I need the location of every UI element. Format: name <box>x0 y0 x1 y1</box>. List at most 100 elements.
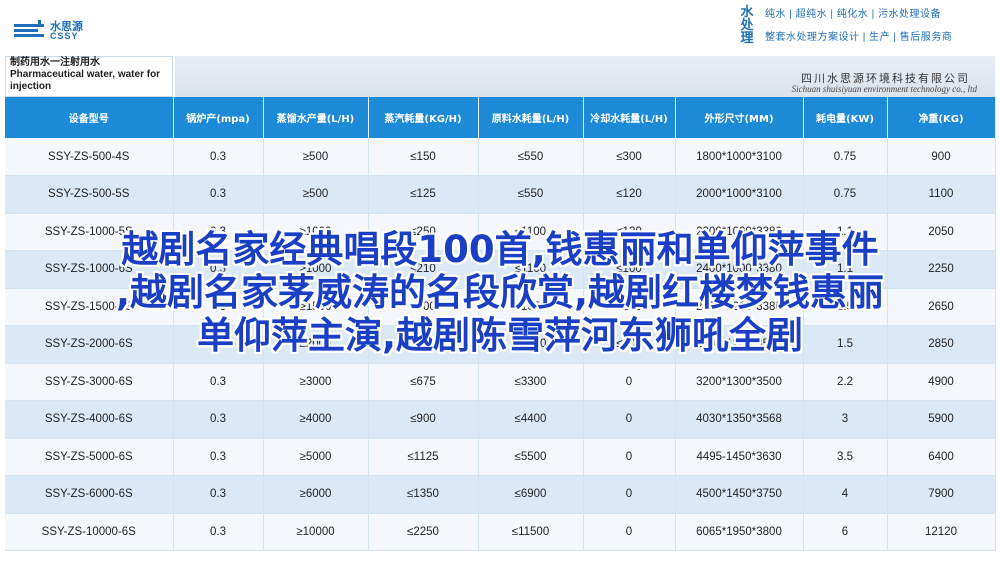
table-cell: ≤150 <box>368 138 479 176</box>
table-cell: 1.1 <box>803 250 888 289</box>
table-cell: SSY-ZS-10000-6S <box>5 513 174 551</box>
table-row: SSY-ZS-1000-6S 0.3 ≥1000 ≤210 ≤1100 ≤100 2400*… <box>5 250 996 289</box>
table-row: SSY-ZS-4000-6S 0.3 ≥4000 ≤900 ≤4400 0 4030*135… <box>5 400 996 439</box>
table-cell: 4030*1350*3568 <box>675 400 804 439</box>
table-cell: ≤150 <box>583 288 676 326</box>
table-cell: 1.5 <box>803 325 888 364</box>
table-cell: 0 <box>583 438 676 476</box>
table-cell: SSY-ZS-4000-6S <box>5 400 174 439</box>
table-cell: ≤300 <box>368 288 479 326</box>
table-cell: 0.3 <box>173 513 264 551</box>
table-cell: ≤3300 <box>478 363 584 401</box>
table-cell: ≤550 <box>478 138 584 176</box>
table-cell: 1100 <box>887 175 996 214</box>
table-row: SSY-ZS-500-4S 0.3 ≥500 ≤150 ≤550 ≤300 1800*100… <box>5 138 996 176</box>
table-row: SSY-ZS-500-5S 0.3 ≥500 ≤125 ≤550 ≤120 2000*100… <box>5 175 996 214</box>
table-cell: ≤675 <box>368 363 479 401</box>
table-cell: 0.3 <box>173 138 264 176</box>
product-title-en-1: Pharmaceutical water, water for <box>10 69 161 80</box>
table-cell: ≥6000 <box>263 475 369 514</box>
table-cell: 6400 <box>887 438 996 476</box>
table-cell: ≥1500 <box>263 288 369 326</box>
table-cell: 5900 <box>887 400 996 439</box>
table-cell: 0.3 <box>173 213 264 251</box>
table-cell: ≤400 <box>368 325 479 364</box>
table-cell: 4 <box>803 475 888 514</box>
table-cell: 0.3 <box>173 475 264 514</box>
table-cell: ≥500 <box>263 138 369 176</box>
table-cell: 0.3 <box>173 400 264 439</box>
table-cell: ≥1000 <box>263 250 369 289</box>
table-row: SSY-ZS-2000-6S 0.3 ≥2000 ≤400 ≤2200 ≤200 2600*… <box>5 325 996 364</box>
spec-table: 设备型号 锅炉产(mpa) 蒸馏水产量(L/H) 蒸汽耗量(KG/H) 原料水耗量(L/… <box>5 97 996 551</box>
table-cell: ≤210 <box>368 250 479 289</box>
company-logo[interactable]: 水思源 CSSY <box>12 14 102 46</box>
table-cell: 0 <box>583 400 676 439</box>
table-header-row: 设备型号 锅炉产(mpa) 蒸馏水产量(L/H) 蒸汽耗量(KG/H) 原料水耗量(L/… <box>5 97 996 138</box>
table-row: SSY-ZS-1500-6S 0.3 ≥1500 ≤300 ≤1650 ≤150 2400*… <box>5 288 996 326</box>
product-title: 制药用水一注射用水 Pharmaceutical water, water fo… <box>5 56 173 97</box>
column-header: 净重(KG) <box>887 97 996 138</box>
table-cell: SSY-ZS-500-4S <box>5 138 174 176</box>
services-tag-char: 处 <box>740 16 754 32</box>
table-cell: ≤120 <box>583 213 676 251</box>
column-header: 冷却水耗量(L/H) <box>583 97 676 138</box>
column-header: 外形尺寸(MM) <box>675 97 804 138</box>
table-cell: ≥3000 <box>263 363 369 401</box>
table-cell: 0.3 <box>173 325 264 364</box>
brand-name-en: CSSY <box>50 31 79 41</box>
table-cell: SSY-ZS-1000-5S <box>5 213 174 251</box>
table-cell: 2650 <box>887 288 996 326</box>
table-cell: ≥10000 <box>263 513 369 551</box>
table-cell: ≤11500 <box>478 513 584 551</box>
table-cell: ≥500 <box>263 175 369 214</box>
table-cell: 0 <box>583 475 676 514</box>
table-cell: ≤300 <box>583 138 676 176</box>
table-cell: ≤900 <box>368 400 479 439</box>
table-row: SSY-ZS-1000-5S 0.3 ≥1000 ≤250 ≤1100 ≤120 2200*… <box>5 213 996 251</box>
table-cell: 0.75 <box>803 175 888 214</box>
company-name-en: Sichuan shuisiyuan environment technolog… <box>791 84 977 94</box>
product-banner: 制药用水一注射用水 Pharmaceutical water, water fo… <box>0 56 1000 97</box>
table-cell: 4500*1450*3750 <box>675 475 804 514</box>
water-drop-logo-icon <box>14 20 44 37</box>
table-cell: 1.5 <box>803 288 888 326</box>
table-row: SSY-ZS-10000-6S 0.3 ≥10000 ≤2250 ≤11500 0 6065… <box>5 513 996 551</box>
table-cell: 4900 <box>887 363 996 401</box>
table-cell: 2200*1000*3380 <box>675 213 804 251</box>
column-header: 原料水耗量(L/H) <box>478 97 584 138</box>
table-cell: 2250 <box>887 250 996 289</box>
column-header: 耗电量(KW) <box>803 97 888 138</box>
table-cell: SSY-ZS-1000-6S <box>5 250 174 289</box>
table-cell: ≤125 <box>368 175 479 214</box>
table-cell: 12120 <box>887 513 996 551</box>
table-body: SSY-ZS-500-4S 0.3 ≥500 ≤150 ≤550 ≤300 1800*100… <box>5 138 996 551</box>
table-cell: ≤100 <box>583 250 676 289</box>
services-tag-char: 理 <box>740 29 754 45</box>
table-cell: 1800*1000*3100 <box>675 138 804 176</box>
table-cell: 0.3 <box>173 250 264 289</box>
table-cell: 0.75 <box>803 138 888 176</box>
table-cell: 2050 <box>887 213 996 251</box>
services-line-2: 整套水处理方案设计 | 生产 | 售后服务商 <box>765 32 953 43</box>
table-cell: ≥2000 <box>263 325 369 364</box>
table-cell: ≤2250 <box>368 513 479 551</box>
table-cell: 6 <box>803 513 888 551</box>
table-cell: 0.3 <box>173 175 264 214</box>
services-box: 水 处 理 纯水 | 超纯水 | 纯化水 | 污水处理设备 整套水处理方案设计 … <box>735 0 997 48</box>
table-cell: ≤250 <box>368 213 479 251</box>
column-header: 设备型号 <box>5 97 174 138</box>
table-cell: ≤1100 <box>478 250 584 289</box>
services-tag: 水 处 理 <box>735 0 759 48</box>
table-row: SSY-ZS-3000-6S 0.3 ≥3000 ≤675 ≤3300 0 3200*130… <box>5 363 996 401</box>
company-banner: 四川水思源环境科技有限公司 Sichuan shuisiyuan environ… <box>175 56 995 97</box>
table-cell: SSY-ZS-2000-6S <box>5 325 174 364</box>
table-cell: SSY-ZS-6000-6S <box>5 475 174 514</box>
table-cell: 3.5 <box>803 438 888 476</box>
table-row: SSY-ZS-5000-6S 0.3 ≥5000 ≤1125 ≤5500 0 4495-14… <box>5 438 996 476</box>
table-cell: ≤1125 <box>368 438 479 476</box>
table-cell: SSY-ZS-500-5S <box>5 175 174 214</box>
table-cell: ≤1350 <box>368 475 479 514</box>
table-cell: 2000*1000*3100 <box>675 175 804 214</box>
table-cell: ≤200 <box>583 325 676 364</box>
